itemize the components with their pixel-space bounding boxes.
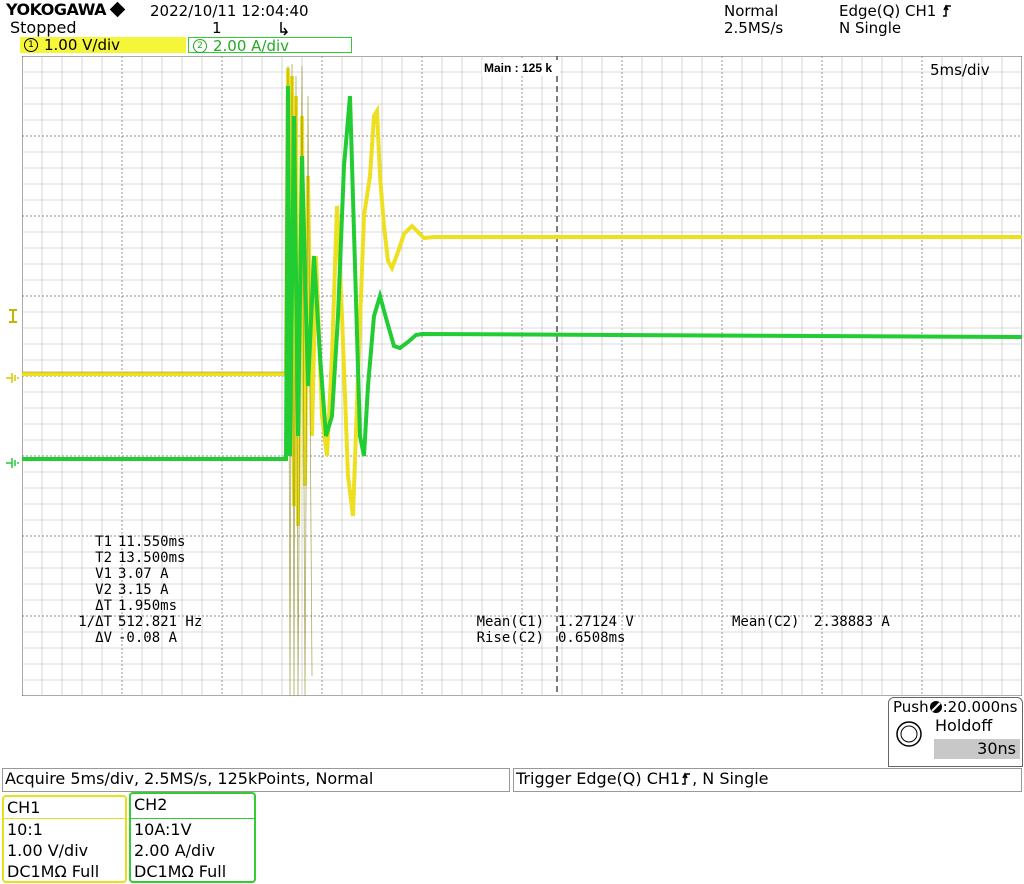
ch1-box[interactable]: CH1 10:1 1.00 V/div DC1MΩ Full [2,795,127,883]
knob-push-icon [929,701,942,713]
ch1-title: CH1 [4,797,125,819]
cursor-label: V2 [95,582,112,598]
ch2-probe: 10A:1V [131,818,254,840]
cursor-value: 3.07 A [118,566,169,582]
cursor-value: 512.821 Hz [118,614,203,630]
ch1-probe: 10:1 [7,820,43,839]
cursor-label: 1/ΔT [78,614,112,630]
trigger-bar[interactable]: Trigger Edge(Q) CH1 , N Single [513,768,1022,792]
cursor-label: ΔV [95,630,112,646]
ch1-number: 1 [24,37,38,52]
measure-label-mean-c2: Mean(C2) [732,614,800,630]
run-status: Stopped [10,18,77,37]
measure-value-rise-c2: 0.6508ms [558,630,626,646]
trigger-value: Edge(Q) CH1 [576,769,681,788]
trigger-level-marker[interactable] [6,308,20,328]
rising-edge-icon [943,4,952,17]
ch2-box[interactable]: CH2 10A:1V 2.00 A/div DC1MΩ Full [129,792,256,883]
cursor-value: -0.08 A [118,630,178,646]
push-hint: Push:20.000ns [893,698,1018,716]
cursor-value: 11.550ms [118,534,186,550]
measure-label-mean-c1: Mean(C1) [476,614,544,630]
rotary-knob-icon [896,721,922,747]
holdoff-title: Holdoff [935,716,993,735]
measure-value-mean-c2: 2.38883 A [814,614,890,630]
acq-mode: Normal [724,2,779,20]
acquire-value: 5ms/div, 2.5MS/s, 125kPoints, Normal [70,769,374,788]
acq-count: 1 [212,19,222,37]
ch2-coupling: DC1MΩ Full [134,862,227,881]
rising-edge-icon [682,772,691,785]
ch2-ground-marker[interactable] [6,455,22,474]
ch1-ground-marker[interactable] [6,370,22,389]
cursor-label: T2 [95,550,112,566]
measure-label-rise-c2: Rise(C2) [476,630,544,646]
cursor-value: 13.500ms [118,550,186,566]
cursor-label: ΔT [95,598,112,614]
datetime: 2022/10/11 12:04:40 [150,2,309,20]
ch1-scale: 1.00 V/div [7,841,89,860]
trigger-setting: Edge(Q) CH1 [839,3,953,19]
ch2-title: CH2 [134,795,168,814]
timebase-label: 5ms/div [930,61,990,79]
ch1-coupling: DC1MΩ Full [7,862,100,881]
measure-value-mean-c1: 1.27124 V [558,614,634,630]
cursor-values: 11.550ms 13.500ms 3.07 A 3.15 A 1.950ms … [118,534,202,646]
cursor-label: T1 [95,534,112,550]
holdoff-panel[interactable]: Push:20.000ns Holdoff 30ns [888,697,1023,767]
zoom-label: Main : 125 k [484,61,552,75]
ch2-number: 2 [193,38,207,53]
acquire-bar[interactable]: Acquire 5ms/div, 2.5MS/s, 125kPoints, No… [2,768,510,792]
cursor-value: 1.950ms [118,598,178,614]
ch2-tag[interactable]: 2 2.00 A/div [188,37,352,55]
diamond-icon [109,1,126,18]
ch1-tag-label: 1.00 V/div [44,36,121,54]
sample-rate: 2.5MS/s [724,19,784,37]
brand-logo: YOKOGAWA [6,1,126,18]
ch2-tag-label: 2.00 A/div [213,37,290,55]
holdoff-value-field[interactable]: 30ns [934,739,1020,759]
trigger-mode-text: , N Single [692,769,769,788]
cursor-value: 3.15 A [118,582,169,598]
ch2-scale: 2.00 A/div [134,841,216,860]
acquire-label: Acquire [5,769,66,788]
trigger-label: Trigger [516,769,572,788]
trigger-mode: N Single [839,19,902,37]
ch1-tag[interactable]: 1 1.00 V/div [20,37,186,53]
cursor-label: V1 [95,566,112,582]
cursor-labels: T1 T2 V1 V2 ΔT 1/ΔT ΔV [60,534,112,646]
